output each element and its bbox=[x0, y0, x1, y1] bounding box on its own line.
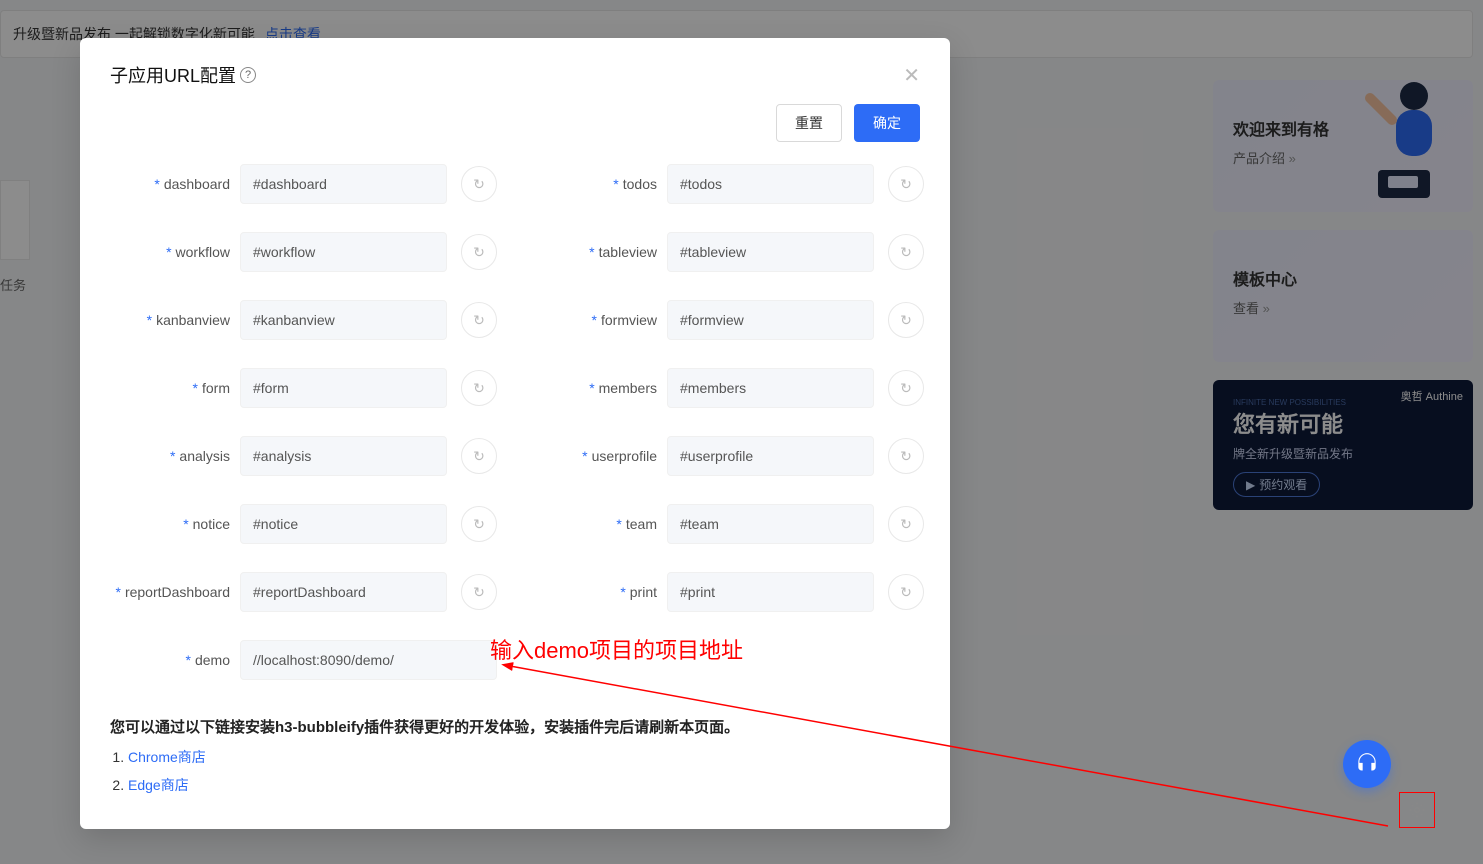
settings-float-button[interactable] bbox=[1399, 792, 1435, 828]
footer-links: Chrome商店 Edge商店 bbox=[80, 743, 950, 829]
field-notice: notice ↻ bbox=[110, 504, 497, 544]
reset-field-icon[interactable]: ↻ bbox=[888, 370, 924, 406]
help-float-button[interactable] bbox=[1343, 740, 1391, 788]
input-dashboard[interactable] bbox=[240, 164, 447, 204]
input-demo[interactable] bbox=[240, 640, 497, 680]
gear-icon bbox=[1408, 801, 1426, 819]
confirm-button[interactable]: 确定 bbox=[854, 104, 920, 142]
reset-field-icon[interactable]: ↻ bbox=[461, 506, 497, 542]
label-dashboard: dashboard bbox=[110, 176, 240, 192]
field-reportdashboard: reportDashboard ↻ bbox=[110, 572, 497, 612]
field-workflow: workflow ↻ bbox=[110, 232, 497, 272]
input-tableview[interactable] bbox=[667, 232, 874, 272]
label-todos: todos bbox=[537, 176, 667, 192]
label-userprofile: userprofile bbox=[537, 448, 667, 464]
input-members[interactable] bbox=[667, 368, 874, 408]
chrome-store-link[interactable]: Chrome商店 bbox=[128, 749, 206, 765]
modal-header: 子应用URL配置 ? ✕ bbox=[80, 38, 950, 96]
edge-store-link[interactable]: Edge商店 bbox=[128, 777, 189, 793]
label-team: team bbox=[537, 516, 667, 532]
list-item: Edge商店 bbox=[128, 775, 920, 795]
modal-actions: 重置 确定 bbox=[80, 96, 950, 160]
modal-title: 子应用URL配置 ? bbox=[110, 62, 256, 88]
reset-field-icon[interactable]: ↻ bbox=[461, 438, 497, 474]
input-userprofile[interactable] bbox=[667, 436, 874, 476]
help-icon[interactable]: ? bbox=[240, 67, 256, 83]
field-print: print ↻ bbox=[537, 572, 924, 612]
field-members: members ↻ bbox=[537, 368, 924, 408]
reset-field-icon[interactable]: ↻ bbox=[888, 574, 924, 610]
field-demo: demo bbox=[110, 640, 497, 680]
input-notice[interactable] bbox=[240, 504, 447, 544]
field-todos: todos ↻ bbox=[537, 164, 924, 204]
label-workflow: workflow bbox=[110, 244, 240, 260]
input-analysis[interactable] bbox=[240, 436, 447, 476]
field-form: form ↻ bbox=[110, 368, 497, 408]
field-analysis: analysis ↻ bbox=[110, 436, 497, 476]
input-print[interactable] bbox=[667, 572, 874, 612]
field-dashboard: dashboard ↻ bbox=[110, 164, 497, 204]
field-kanbanview: kanbanview ↻ bbox=[110, 300, 497, 340]
url-config-modal: 子应用URL配置 ? ✕ 重置 确定 dashboard ↻ todos ↻ w… bbox=[80, 38, 950, 829]
close-icon[interactable]: ✕ bbox=[903, 63, 920, 88]
reset-field-icon[interactable]: ↻ bbox=[888, 438, 924, 474]
reset-field-icon[interactable]: ↻ bbox=[461, 574, 497, 610]
field-tableview: tableview ↻ bbox=[537, 232, 924, 272]
field-team: team ↻ bbox=[537, 504, 924, 544]
reset-field-icon[interactable]: ↻ bbox=[461, 166, 497, 202]
input-workflow[interactable] bbox=[240, 232, 447, 272]
label-members: members bbox=[537, 380, 667, 396]
label-kanbanview: kanbanview bbox=[110, 312, 240, 328]
input-team[interactable] bbox=[667, 504, 874, 544]
reset-field-icon[interactable]: ↻ bbox=[888, 166, 924, 202]
footer-note: 您可以通过以下链接安装h3-bubbleify插件获得更好的开发体验，安装插件完… bbox=[80, 690, 950, 743]
reset-field-icon[interactable]: ↻ bbox=[461, 370, 497, 406]
field-userprofile: userprofile ↻ bbox=[537, 436, 924, 476]
label-print: print bbox=[537, 584, 667, 600]
input-reportdashboard[interactable] bbox=[240, 572, 447, 612]
form-grid: dashboard ↻ todos ↻ workflow ↻ tableview… bbox=[80, 160, 950, 690]
label-tableview: tableview bbox=[537, 244, 667, 260]
headset-icon bbox=[1354, 751, 1380, 777]
field-formview: formview ↻ bbox=[537, 300, 924, 340]
label-notice: notice bbox=[110, 516, 240, 532]
reset-field-icon[interactable]: ↻ bbox=[888, 302, 924, 338]
label-form: form bbox=[110, 380, 240, 396]
input-kanbanview[interactable] bbox=[240, 300, 447, 340]
reset-field-icon[interactable]: ↻ bbox=[888, 506, 924, 542]
label-analysis: analysis bbox=[110, 448, 240, 464]
reset-field-icon[interactable]: ↻ bbox=[888, 234, 924, 270]
reset-field-icon[interactable]: ↻ bbox=[461, 302, 497, 338]
list-item: Chrome商店 bbox=[128, 747, 920, 767]
label-reportdashboard: reportDashboard bbox=[110, 584, 240, 600]
label-formview: formview bbox=[537, 312, 667, 328]
input-form[interactable] bbox=[240, 368, 447, 408]
input-todos[interactable] bbox=[667, 164, 874, 204]
label-demo: demo bbox=[110, 652, 240, 668]
input-formview[interactable] bbox=[667, 300, 874, 340]
reset-button[interactable]: 重置 bbox=[776, 104, 842, 142]
reset-field-icon[interactable]: ↻ bbox=[461, 234, 497, 270]
